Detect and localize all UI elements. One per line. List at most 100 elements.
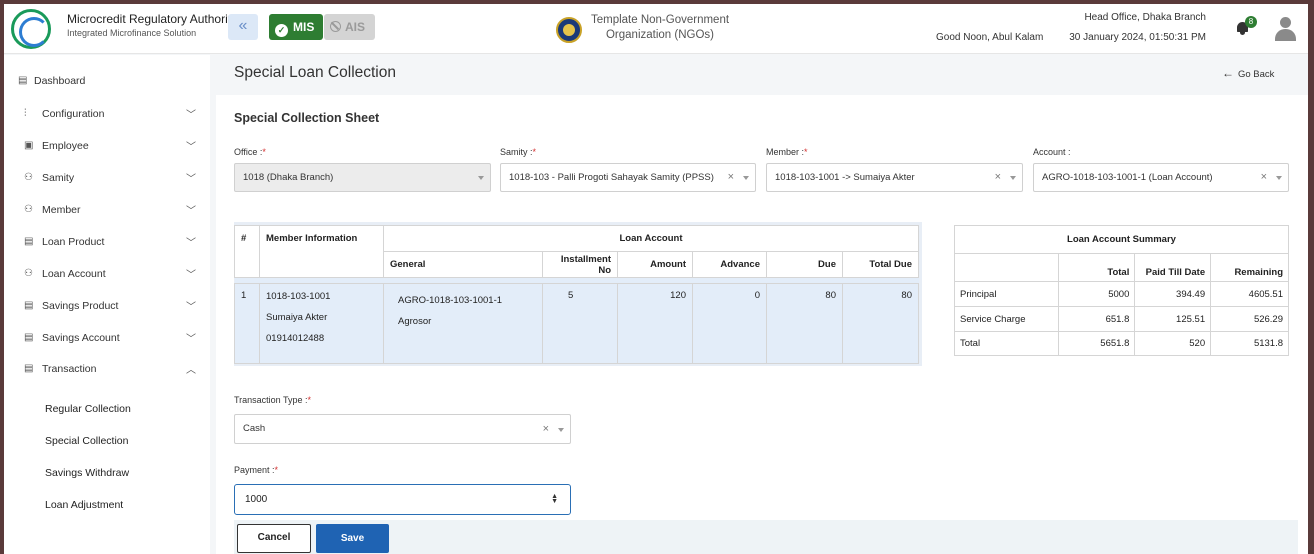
notification-badge: 8 [1245,16,1257,28]
sidebar-item-member[interactable]: ⚇ Member ﹀ [4,198,210,222]
office-label-text: Office : [234,147,263,157]
sidebar-subitem-loan-adjustment[interactable]: Loan Adjustment [45,499,123,511]
caret-down-icon [1010,176,1016,180]
clear-icon[interactable]: × [728,164,734,191]
sidebar-item-loan-product[interactable]: ▤ Loan Product ﹀ [4,230,210,254]
caret-down-icon [478,176,484,180]
sidebar-item-label: Employee [42,140,89,152]
summary-cell-remaining: 5131.8 [1210,331,1289,356]
sidebar-item-label: Dashboard [34,75,86,87]
chevron-down-icon: ﹀ [186,334,196,345]
sidebar-subitem-regular-collection[interactable]: Regular Collection [45,403,131,415]
summary-cell-paid: 394.49 [1134,281,1212,307]
chevron-down-icon: ﹀ [186,110,196,121]
col-header-advance: Advance [692,251,767,278]
sidebar-item-savings-product[interactable]: ▤ Savings Product ﹀ [4,294,210,318]
clear-icon[interactable]: × [1261,164,1267,191]
caret-down-icon [1276,176,1282,180]
user-greeting: Good Noon, Abul Kalam [936,32,1044,43]
office-value: 1018 (Dhaka Branch) [243,172,334,183]
collapse-sidebar-button[interactable]: « [228,14,258,40]
mis-toggle-button[interactable]: ✓ MIS [269,14,323,40]
sidebar-item-dashboard[interactable]: ▤ Dashboard [4,69,210,93]
summary-row-label: Total [954,331,1059,356]
document-icon: ▤ [24,363,34,374]
sidebar-item-label: Configuration [42,108,105,120]
check-circle-icon: ✓ [275,24,288,37]
col-header-general: General [383,251,543,278]
ais-toggle-button[interactable]: AIS [324,14,375,40]
payment-input[interactable]: 1000 ▲ ▼ [234,484,571,515]
member-select[interactable]: 1018-103-1001 -> Sumaiya Akter × [766,163,1023,192]
table-row: 1 1018-103-1001 Sumaiya Akter 0191401248… [234,283,919,364]
sidebar-item-label: Loan Product [42,236,105,248]
document-icon: ▤ [24,236,34,247]
required-mark: * [307,395,312,405]
go-back-link[interactable]: ← Go Back [1222,66,1274,80]
sidebar-item-configuration[interactable]: ⫶ Configuration ﹀ [4,102,210,126]
office-label: Office :* [234,147,266,157]
chevron-up-icon: ︿ [186,365,196,376]
account-select[interactable]: AGRO-1018-103-1001-1 (Loan Account) × [1033,163,1289,192]
sidebar: ▤ Dashboard ⫶ Configuration ﹀ ▣ Employee… [4,55,210,554]
col-header-total-due: Total Due [842,251,919,278]
summary-col-paid: Paid Till Date [1134,253,1212,282]
clear-icon[interactable]: × [543,415,549,443]
transaction-type-value: Cash [243,423,266,434]
account-code: AGRO-1018-103-1001-1 [398,295,503,306]
transaction-type-select[interactable]: Cash × [234,414,571,444]
sidebar-item-employee[interactable]: ▣ Employee ﹀ [4,134,210,158]
sidebar-item-loan-account[interactable]: ⚇ Loan Account ﹀ [4,262,210,286]
chevron-down-icon: ﹀ [186,302,196,313]
ngo-name-line2: Organization (NGOs) [605,29,714,41]
ngo-name: Template Non-Government Organization (NG… [590,13,730,43]
col-header-amount: Amount [617,251,693,278]
sliders-icon: ⫶ [24,108,27,119]
sidebar-item-label: Savings Account [42,332,120,344]
clear-icon[interactable]: × [995,164,1001,191]
account-label: Account : [1033,147,1071,157]
sidebar-subitem-savings-withdraw[interactable]: Savings Withdraw [45,467,129,479]
summary-cell-paid: 125.51 [1134,306,1212,332]
sidebar-subitem-special-collection[interactable]: Special Collection [45,435,128,447]
sidebar-item-label: Samity [42,172,75,184]
sidebar-item-savings-account[interactable]: ▤ Savings Account ﹀ [4,326,210,350]
sidebar-item-label: Loan Account [42,268,106,280]
chevron-down-icon: ﹀ [186,142,196,153]
sidebar-item-samity[interactable]: ⚇ Samity ﹀ [4,166,210,190]
loan-account-summary-table: Loan Account Summary Total Paid Till Dat… [954,225,1289,356]
col-header-loan-account: Loan Account [383,225,919,252]
summary-cell-total: 651.8 [1057,306,1136,332]
user-avatar[interactable] [1274,17,1296,41]
member-name: Sumaiya Akter [266,312,328,323]
chevron-down-icon: ﹀ [186,174,196,185]
caret-down-icon [743,176,749,180]
loan-collection-table: # Member Information Loan Account Genera… [234,225,919,364]
required-mark: * [804,147,808,157]
required-mark: * [262,147,266,157]
col-header-installment-no: Installment No [542,251,618,278]
member-code: 1018-103-1001 [266,291,331,302]
group-icon: ⚇ [24,172,33,183]
transaction-type-label-text: Transaction Type : [234,395,308,405]
cancel-button[interactable]: Cancel [237,524,311,553]
samity-select[interactable]: 1018-103 - Palli Progoti Sahayak Samity … [500,163,756,192]
member-value: 1018-103-1001 -> Sumaiya Akter [775,172,915,183]
org-title: Microcredit Regulatory Authority [67,12,238,26]
cell-general: AGRO-1018-103-1001-1 Agrosor [383,283,543,364]
member-phone: 01914012488 [266,333,325,344]
summary-row-label: Service Charge [954,306,1059,332]
chevron-down-icon: ﹀ [186,270,196,281]
save-button[interactable]: Save [316,524,389,553]
ban-icon [330,21,341,32]
arrow-left-icon: ← [1222,66,1234,80]
sidebar-item-transaction[interactable]: ▤ Transaction ︿ [4,357,210,381]
cell-installment-no: 5 [542,283,618,364]
cell-due: 80 [766,283,843,364]
number-spinner-icon[interactable]: ▲ ▼ [551,493,558,505]
page-title: Special Loan Collection [234,64,396,81]
document-icon: ▤ [24,300,34,311]
summary-cell-remaining: 4605.51 [1210,281,1289,307]
cell-total-due: 80 [842,283,919,364]
office-select[interactable]: 1018 (Dhaka Branch) [234,163,491,192]
